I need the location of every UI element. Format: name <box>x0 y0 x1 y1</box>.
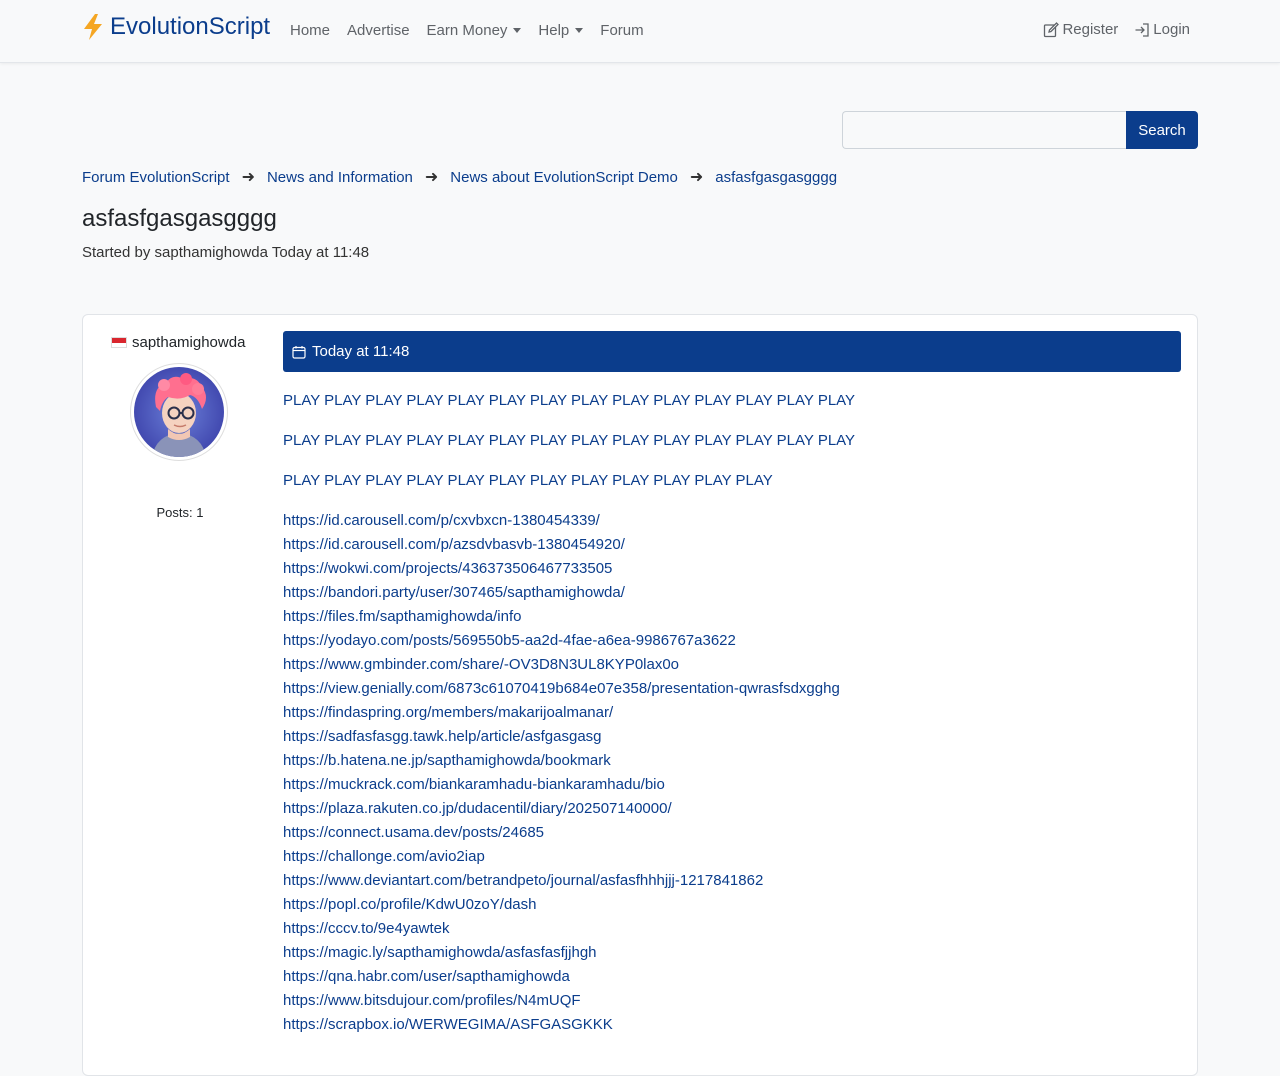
indonesia-flag-icon <box>111 337 127 348</box>
play-text-line[interactable]: PLAY PLAY PLAY PLAY PLAY PLAY PLAY PLAY … <box>283 429 855 453</box>
avatar[interactable] <box>130 363 228 461</box>
chevron-down-icon <box>513 28 522 33</box>
post-link[interactable]: https://scrapbox.io/WERWEGIMA/ASFGASGKKK <box>283 1013 855 1037</box>
forum-search: Search <box>842 111 1198 149</box>
lightning-bolt-icon <box>84 14 102 40</box>
post-link[interactable]: https://connect.usama.dev/posts/24685 <box>283 821 855 845</box>
arrow-right-icon: ➜ <box>241 169 255 186</box>
arrow-right-icon: ➜ <box>689 169 704 186</box>
register-link[interactable]: Register <box>1043 21 1118 38</box>
pencil-square-icon <box>1044 21 1060 37</box>
login-arrow-icon <box>1135 22 1149 37</box>
nav-advertise[interactable]: Advertise <box>347 22 410 39</box>
post-date: Today at 11:48 <box>312 343 410 360</box>
breadcrumb-news-information[interactable]: News and Information <box>267 169 413 186</box>
breadcrumb-news-demo[interactable]: News about EvolutionScript Demo <box>450 169 678 186</box>
register-label: Register <box>1062 21 1119 38</box>
post-link[interactable]: https://popl.co/profile/KdwU0zoY/dash <box>283 893 855 917</box>
post-link[interactable]: https://www.gmbinder.com/share/-OV3D8N3U… <box>283 653 855 677</box>
post-author[interactable]: sapthamighowda <box>111 334 245 351</box>
post-link[interactable]: https://cccv.to/9e4yawtek <box>283 917 855 941</box>
post-link[interactable]: https://bandori.party/user/307465/saptha… <box>283 581 855 605</box>
chevron-down-icon <box>575 28 584 33</box>
post-body: PLAY PLAY PLAY PLAY PLAY PLAY PLAY PLAY … <box>283 389 855 1037</box>
post-link[interactable]: https://magic.ly/sapthamighowda/asfasfas… <box>283 941 855 965</box>
post-link[interactable]: https://www.bitsdujour.com/profiles/N4mU… <box>283 989 855 1013</box>
search-input[interactable] <box>842 111 1126 149</box>
login-link[interactable]: Login <box>1134 21 1190 38</box>
post-link[interactable]: https://qna.habr.com/user/sapthamighowda <box>283 965 855 989</box>
post-link[interactable]: https://id.carousell.com/p/cxvbxcn-13804… <box>283 509 855 533</box>
author-name-label: sapthamighowda <box>132 334 246 351</box>
top-navbar: EvolutionScript Home Advertise Earn Mone… <box>0 0 1280 63</box>
nav-earn-money[interactable]: Earn Money <box>427 22 522 39</box>
post-link[interactable]: https://wokwi.com/projects/4363735064677… <box>283 557 855 581</box>
breadcrumb-forum[interactable]: Forum EvolutionScript <box>82 169 230 186</box>
post-header: Today at 11:48 <box>283 331 1181 372</box>
main-nav: Home Advertise Earn Money Help Forum <box>290 22 661 39</box>
brand-link[interactable]: EvolutionScript <box>82 13 270 41</box>
nav-help[interactable]: Help <box>538 22 584 39</box>
post-card: sapthamighowda Posts: 1 Today at 11:48 P… <box>82 314 1198 1076</box>
post-link[interactable]: https://challonge.com/avio2iap <box>283 845 855 869</box>
thread-started-by: Started by sapthamighowda Today at 11:48 <box>82 244 370 261</box>
thread-title: asfasfgasgasgggg <box>82 205 277 232</box>
nav-forum[interactable]: Forum <box>600 22 643 39</box>
post-link[interactable]: https://id.carousell.com/p/azsdvbasvb-13… <box>283 533 855 557</box>
post-link[interactable]: https://yodayo.com/posts/569550b5-aa2d-4… <box>283 629 855 653</box>
post-link[interactable]: https://files.fm/sapthamighowda/info <box>283 605 855 629</box>
post-link[interactable]: https://b.hatena.ne.jp/sapthamighowda/bo… <box>283 749 855 773</box>
nav-help-label: Help <box>538 22 570 39</box>
breadcrumb-thread[interactable]: asfasfgasgasgggg <box>715 169 837 186</box>
breadcrumb: Forum EvolutionScript ➜ News and Informa… <box>82 167 837 187</box>
post-link[interactable]: https://findaspring.org/members/makarijo… <box>283 701 855 725</box>
calendar-icon <box>292 345 306 359</box>
author-post-count: Posts: 1 <box>156 505 204 520</box>
search-button[interactable]: Search <box>1126 111 1198 149</box>
post-link[interactable]: https://plaza.rakuten.co.jp/dudacentil/d… <box>283 797 855 821</box>
play-text-line[interactable]: PLAY PLAY PLAY PLAY PLAY PLAY PLAY PLAY … <box>283 469 855 493</box>
login-label: Login <box>1153 21 1190 38</box>
post-link[interactable]: https://www.deviantart.com/betrandpeto/j… <box>283 869 855 893</box>
avatar-image <box>134 367 224 457</box>
nav-earn-money-label: Earn Money <box>426 22 508 39</box>
post-link[interactable]: https://view.genially.com/6873c61070419b… <box>283 677 855 701</box>
auth-nav: Register Login <box>1027 21 1190 38</box>
brand-name: EvolutionScript <box>110 13 271 40</box>
post-link[interactable]: https://sadfasfasgg.tawk.help/article/as… <box>283 725 855 749</box>
post-link[interactable]: https://muckrack.com/biankaramhadu-biank… <box>283 773 855 797</box>
play-text-line[interactable]: PLAY PLAY PLAY PLAY PLAY PLAY PLAY PLAY … <box>283 389 855 413</box>
nav-home[interactable]: Home <box>290 22 330 39</box>
arrow-right-icon: ➜ <box>424 169 439 186</box>
